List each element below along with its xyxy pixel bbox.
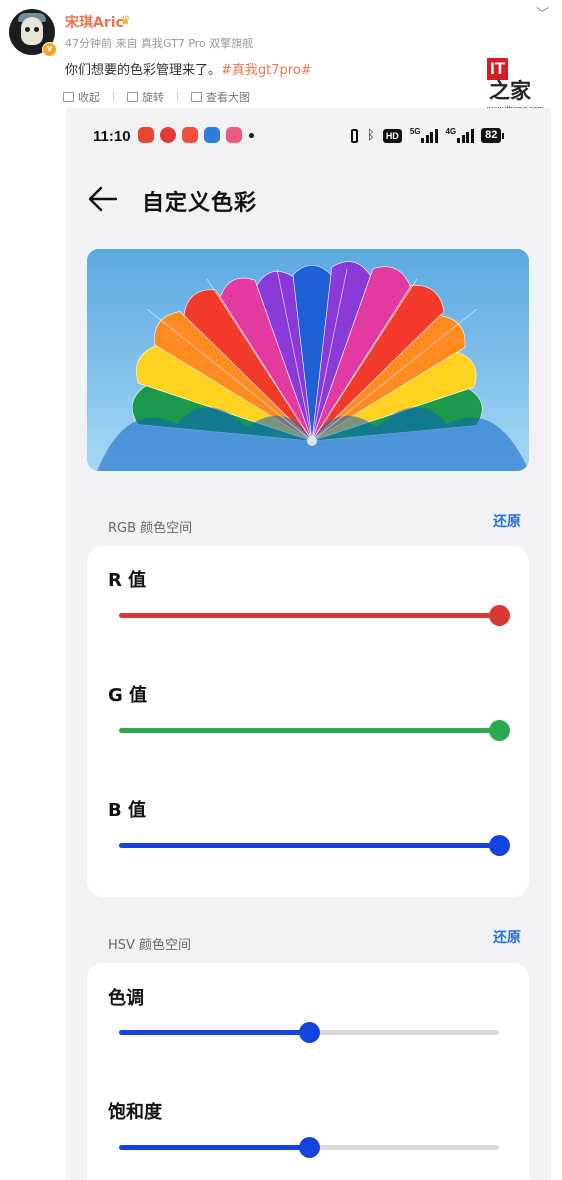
slider-fill <box>119 728 499 733</box>
chevron-down-icon[interactable]: ﹀ <box>536 3 549 22</box>
rgb-section-label: RGB 颜色空间 <box>108 521 193 536</box>
ithome-logo-zh: 之家 <box>489 79 531 103</box>
slider-g[interactable] <box>119 720 510 741</box>
battery-icon: 82 <box>481 128 502 143</box>
slider-label-hue: 色调 <box>108 988 144 1009</box>
collapse-button[interactable]: 收起 <box>63 89 114 105</box>
slider-fill <box>119 1030 309 1035</box>
app-notification-icon <box>226 127 242 143</box>
phone-screenshot: 11:10 ᛒ HD 5G 4G 82 自定义色彩 RGB 颜色空间 还原 R … <box>66 108 551 1180</box>
view-large-label: 查看大图 <box>206 91 250 104</box>
slider-thumb[interactable] <box>489 720 510 741</box>
bluetooth-icon: ᛒ <box>367 128 375 143</box>
hsv-section-label: HSV 颜色空间 <box>108 938 192 953</box>
slider-label-b: B 值 <box>108 800 146 821</box>
slider-thumb[interactable] <box>489 605 510 626</box>
status-time: 11:10 <box>93 128 131 145</box>
view-large-icon <box>191 92 202 102</box>
divider <box>113 92 114 102</box>
slider-thumb[interactable] <box>489 835 510 856</box>
slider-thumb[interactable] <box>299 1137 320 1158</box>
more-notifications-dot <box>249 133 254 138</box>
hsv-card: 色调 饱和度 <box>87 963 529 1180</box>
status-indicators: ᛒ HD 5G 4G 82 <box>351 126 505 143</box>
status-app-icons <box>138 127 254 143</box>
rgb-card: R 值 G 值 B 值 <box>87 546 529 897</box>
hashtag-link[interactable]: #真我gt7pro# <box>221 63 312 78</box>
app-notification-icon <box>182 127 198 143</box>
slider-saturation[interactable] <box>119 1137 499 1158</box>
avatar-eye <box>25 27 30 32</box>
network-5g-label: 5G <box>409 126 421 136</box>
slider-hue[interactable] <box>119 1022 499 1043</box>
image-actions: 收起 旋转 查看大图 <box>63 89 263 105</box>
page-title: 自定义色彩 <box>142 191 258 216</box>
ithome-watermark: IT之家 www.ithome.com <box>487 58 551 113</box>
collapse-icon <box>63 92 74 102</box>
avatar-eye <box>34 27 39 32</box>
slider-thumb[interactable] <box>299 1022 320 1043</box>
author-name[interactable]: 宋琪Aric <box>65 12 124 32</box>
rgb-reset-button[interactable]: 还原 <box>493 511 521 531</box>
signal-bars-icon <box>457 128 475 143</box>
parachute-illustration <box>87 249 529 471</box>
post-body: 你们想要的色彩管理来了。 <box>65 63 222 78</box>
rotate-button[interactable]: 旋转 <box>127 89 178 105</box>
hsv-reset-button[interactable]: 还原 <box>493 927 521 947</box>
slider-r[interactable] <box>119 605 510 626</box>
app-notification-icon <box>138 127 154 143</box>
app-notification-icon <box>160 127 176 143</box>
slider-fill <box>119 1145 309 1150</box>
back-arrow-icon[interactable] <box>88 186 118 212</box>
slider-fill <box>119 843 499 848</box>
slider-label-r: R 值 <box>108 570 147 591</box>
rotate-icon <box>127 92 138 102</box>
verified-badge-icon: v <box>42 42 57 57</box>
divider <box>177 92 178 102</box>
battery-tip <box>502 132 505 139</box>
preview-image <box>87 249 529 471</box>
slider-label-saturation: 饱和度 <box>108 1102 162 1123</box>
ithome-logo: IT <box>487 58 509 80</box>
post-text: 你们想要的色彩管理来了。#真我gt7pro# <box>65 59 312 78</box>
hd-badge: HD <box>382 128 402 143</box>
rotate-label: 旋转 <box>142 91 164 104</box>
slider-fill <box>119 613 499 618</box>
slider-label-g: G 值 <box>108 685 148 706</box>
signal-bars-icon <box>421 128 439 143</box>
slider-b[interactable] <box>119 835 510 856</box>
post-meta: 47分钟前 来自 真我GT7 Pro 双擎旗舰 <box>65 37 254 50</box>
vibrate-icon <box>351 128 358 143</box>
network-4g-label: 4G <box>445 126 457 136</box>
app-notification-icon <box>204 127 220 143</box>
avatar-face <box>21 17 43 45</box>
collapse-label: 收起 <box>78 91 100 104</box>
crown-icon: ♛ <box>120 13 131 27</box>
view-large-button[interactable]: 查看大图 <box>191 89 250 105</box>
